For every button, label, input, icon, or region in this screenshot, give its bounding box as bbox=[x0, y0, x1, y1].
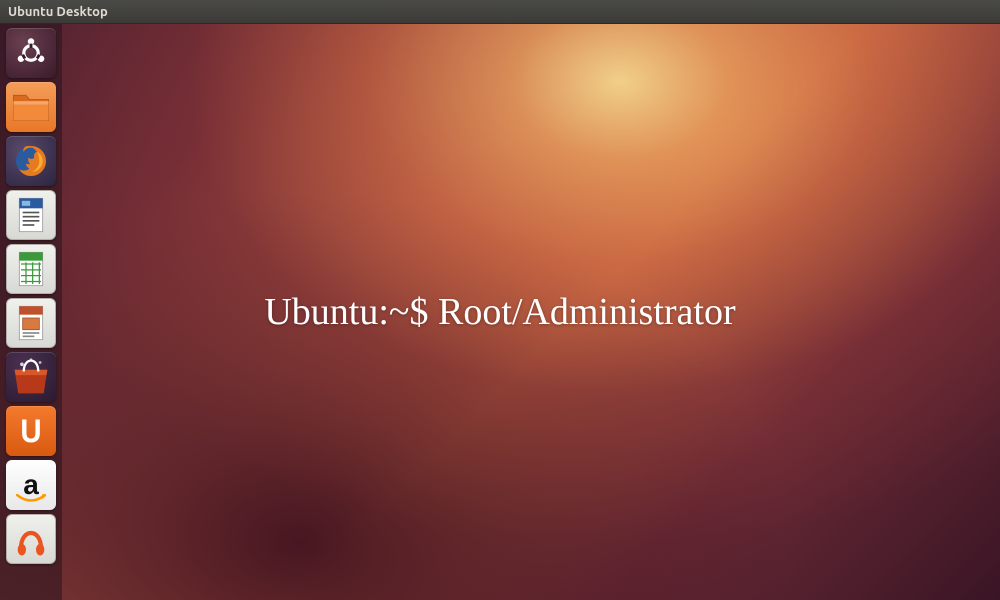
top-panel[interactable]: Ubuntu Desktop bbox=[0, 0, 1000, 24]
shopping-bag-icon bbox=[9, 357, 53, 397]
launcher-item-software-center[interactable] bbox=[6, 352, 56, 402]
ubuntu-logo-icon bbox=[13, 35, 49, 71]
top-panel-title: Ubuntu Desktop bbox=[8, 5, 108, 19]
document-writer-icon bbox=[13, 195, 49, 235]
launcher-item-firefox[interactable] bbox=[6, 136, 56, 186]
firefox-icon bbox=[11, 141, 51, 181]
launcher-item-ubuntu-one[interactable]: U bbox=[6, 406, 56, 456]
launcher-item-amazon[interactable]: a bbox=[6, 460, 56, 510]
launcher-item-impress[interactable] bbox=[6, 298, 56, 348]
desktop-wallpaper[interactable]: Ubuntu:~$ Root/Administrator bbox=[0, 24, 1000, 600]
launcher-item-calc[interactable] bbox=[6, 244, 56, 294]
launcher-item-files[interactable] bbox=[6, 82, 56, 132]
launcher-item-writer[interactable] bbox=[6, 190, 56, 240]
launcher-item-music[interactable] bbox=[6, 514, 56, 564]
unity-launcher: U a bbox=[0, 24, 62, 600]
overlay-caption: Ubuntu:~$ Root/Administrator bbox=[264, 290, 735, 334]
launcher-item-dash[interactable] bbox=[6, 28, 56, 78]
folder-icon bbox=[11, 90, 51, 124]
document-impress-icon bbox=[13, 303, 49, 343]
headphones-icon bbox=[13, 528, 49, 568]
ubuntu-one-icon: U bbox=[20, 413, 42, 449]
document-calc-icon bbox=[13, 249, 49, 289]
amazon-smile-icon bbox=[16, 494, 46, 504]
